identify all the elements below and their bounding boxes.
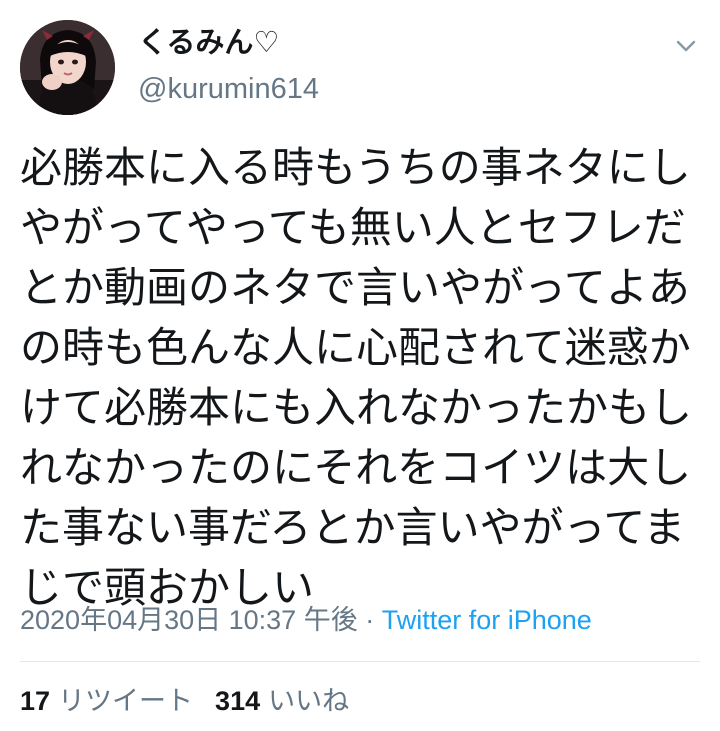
user-handle[interactable]: @kurumin614 — [138, 70, 319, 108]
tweet-stats: 17 リツイート 314 いいね — [20, 683, 349, 719]
likes-stat[interactable]: 314 いいね — [215, 686, 349, 716]
timestamp[interactable]: 2020年04月30日 10:37 午後 — [20, 605, 358, 635]
avatar[interactable] — [20, 20, 115, 115]
tweet-text-line: の時も色んな人に心配されて迷惑か — [20, 323, 691, 372]
retweets-stat[interactable]: 17 リツイート — [20, 686, 193, 716]
tweet-card: くるみん♡ @kurumin614 必勝本に入る時もうちの事ネタにし やがってや… — [0, 0, 720, 731]
tweet-text-line: れなかったのにそれをコイツは大し — [20, 443, 692, 492]
likes-label: いいね — [268, 686, 350, 716]
profile-photo-icon — [20, 20, 115, 115]
tweet-text-line: けて必勝本にも入れなかったかもし — [20, 383, 693, 432]
tweet-text-line: とか動画のネタで言いやがってよあ — [20, 263, 690, 312]
tweet-text-line: 必勝本に入る時もうちの事ネタにし — [20, 143, 691, 192]
tweet-text-line: た事ない事だろとか言いやがってま — [20, 503, 686, 552]
divider — [20, 661, 700, 662]
tweet-meta: 2020年04月30日 10:37 午後 · Twitter for iPhon… — [20, 602, 592, 638]
source-link[interactable]: Twitter for iPhone — [382, 605, 592, 635]
chevron-down-icon[interactable] — [674, 34, 698, 58]
likes-count: 314 — [215, 686, 261, 716]
retweets-count: 17 — [20, 686, 51, 716]
display-name[interactable]: くるみん♡ — [138, 24, 319, 60]
meta-separator: · — [357, 605, 382, 635]
tweet-text-line: やがってやっても無い人とセフレだ — [20, 203, 686, 252]
user-names: くるみん♡ @kurumin614 — [138, 24, 319, 108]
tweet-text: 必勝本に入る時もうちの事ネタにし やがってやっても無い人とセフレだ とか動画のネ… — [20, 138, 700, 618]
tweet-header: くるみん♡ @kurumin614 — [20, 20, 700, 115]
retweets-label: リツイート — [58, 686, 194, 716]
